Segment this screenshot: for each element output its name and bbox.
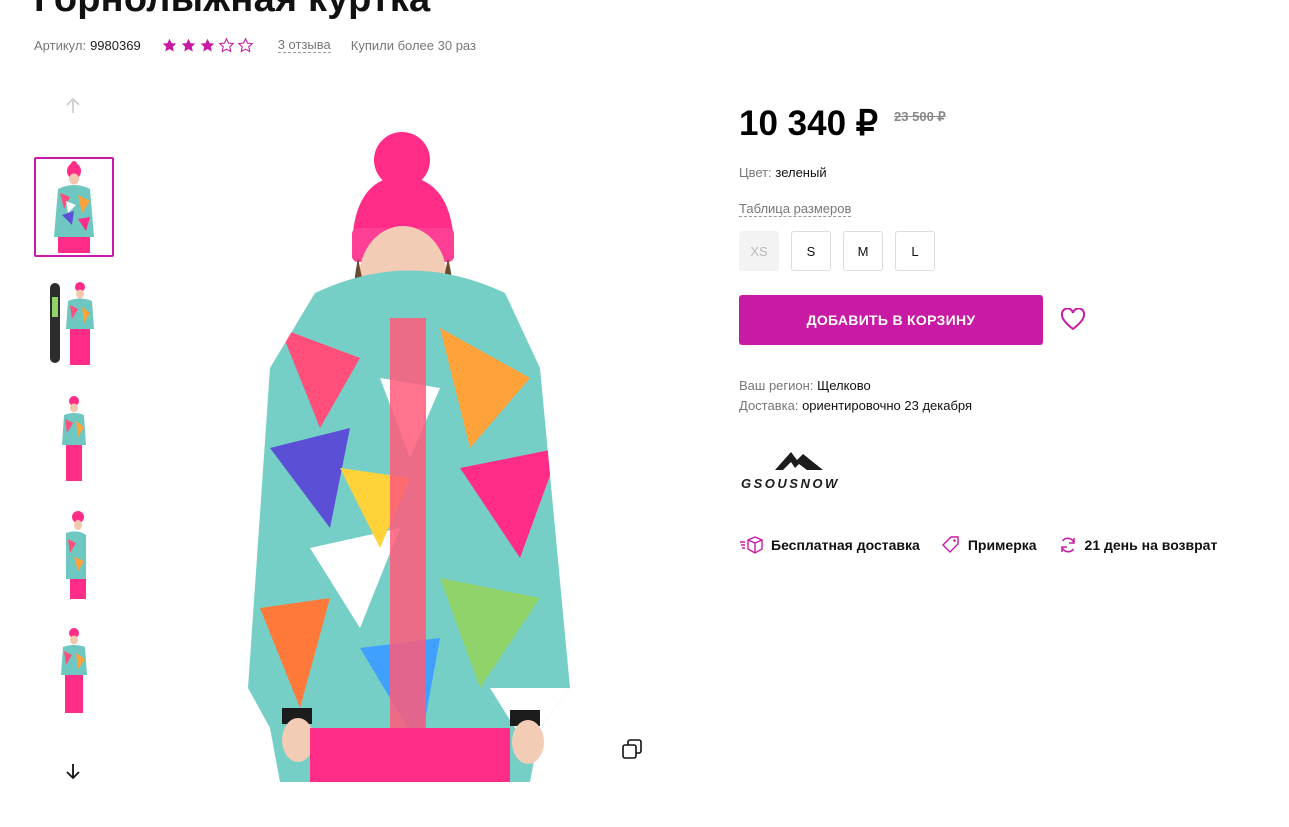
feature-fitting: Примерка: [941, 536, 1037, 554]
old-price: 23 500 ₽: [894, 109, 946, 124]
feature-free-delivery: Бесплатная доставка: [739, 536, 920, 554]
region-info: Ваш регион: Щелково Доставка: ориентиров…: [739, 376, 972, 416]
color-label: Цвет:: [739, 165, 772, 180]
arrow-down-icon: [66, 764, 80, 780]
star-filled-icon: [181, 38, 195, 52]
add-to-cart-button[interactable]: ДОБАВИТЬ В КОРЗИНУ: [739, 295, 1043, 345]
star-filled-icon: [200, 38, 214, 52]
current-price: 10 340 ₽: [739, 104, 879, 143]
star-filled-icon: [162, 38, 176, 52]
delivery-label: Доставка:: [739, 398, 799, 413]
size-option: XS: [739, 231, 779, 271]
region-label: Ваш регион:: [739, 378, 814, 393]
delivery-value: ориентировочно 23 декабря: [802, 398, 973, 413]
size-option[interactable]: S: [791, 231, 831, 271]
heart-icon: [1060, 307, 1086, 331]
price-block: 10 340 ₽ 23 500 ₽: [739, 103, 946, 145]
thumbnail[interactable]: [34, 621, 114, 721]
favorite-button[interactable]: [1060, 307, 1086, 332]
thumbnail[interactable]: [34, 389, 114, 489]
thumbnail-list: [34, 157, 114, 737]
expand-icon: [622, 739, 642, 759]
star-empty-icon: [218, 37, 235, 53]
size-option[interactable]: L: [895, 231, 935, 271]
brand-logo[interactable]: GSOUSNOW: [739, 446, 861, 492]
delivery-box-icon: [740, 536, 763, 554]
thumbnail[interactable]: [34, 157, 114, 257]
sku-value: 9980369: [90, 37, 141, 53]
thumbnail[interactable]: [34, 273, 114, 373]
svg-text:GSOUSNOW: GSOUSNOW: [741, 476, 840, 491]
region-value[interactable]: Щелково: [817, 378, 871, 393]
bought-count: Купили более 30 раз: [350, 37, 476, 53]
size-option[interactable]: M: [843, 231, 883, 271]
star-empty-icon: [237, 37, 254, 53]
expand-image-button[interactable]: [620, 737, 644, 761]
sku-label: Артикул:: [34, 37, 87, 53]
feature-label: Бесплатная доставка: [771, 537, 920, 553]
thumbnail[interactable]: [34, 505, 114, 605]
feature-label: 21 день на возврат: [1084, 537, 1218, 553]
gallery-down-button[interactable]: [59, 757, 87, 785]
features-list: Бесплатная доставка Примерка 21 день на …: [739, 536, 1217, 554]
color-info: Цвет: зеленый: [739, 165, 827, 180]
feature-label: Примерка: [967, 537, 1037, 553]
color-value: зеленый: [775, 165, 827, 180]
feature-return: 21 день на возврат: [1059, 536, 1218, 554]
reviews-link[interactable]: 3 отзыва: [277, 37, 331, 53]
product-meta: Артикул: 9980369 3 отзыва Купили более 3…: [34, 36, 476, 54]
tag-icon: [941, 536, 959, 553]
size-table-link[interactable]: Таблица размеров: [739, 201, 852, 217]
rating-stars: [161, 37, 254, 54]
product-title: Горнолыжная куртка: [34, 0, 430, 21]
size-selector: XS S M L: [739, 231, 935, 271]
refresh-icon: [1060, 537, 1075, 553]
main-product-image[interactable]: [240, 128, 580, 782]
arrow-up-icon: [66, 97, 80, 113]
gallery-up-button[interactable]: [59, 92, 87, 120]
